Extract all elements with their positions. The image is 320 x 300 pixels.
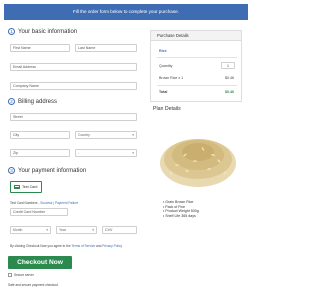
company-input[interactable]: Company Name (10, 82, 137, 90)
plan-feature-text: Shelf Life 365 days (165, 213, 196, 218)
credit-card-icon (14, 185, 20, 189)
divider (157, 57, 237, 58)
quantity-label: Quantity (159, 64, 173, 68)
test-card-numbers-link[interactable]: Success | Payment Failure (40, 201, 78, 205)
safe-checkout-text: Safe and secure payment checkout (8, 283, 58, 287)
country-select[interactable]: Country ▾ (75, 131, 137, 139)
test-card-numbers-label: Test Card Numbers - (10, 201, 41, 205)
last-name-input[interactable]: Last Name (75, 44, 137, 52)
chevron-down-icon: ▾ (92, 228, 94, 232)
purchase-details-title: Purchase Details (151, 31, 241, 41)
plan-details-title: Plan Details (153, 106, 181, 112)
state-select-value: - (78, 151, 80, 155)
plan-feature-text: Product Weight 500g (165, 209, 199, 214)
plan-feature-text: Pack of Five (165, 204, 186, 209)
month-select[interactable]: Month ▾ (10, 226, 51, 234)
street-input[interactable]: Street (10, 113, 137, 121)
product-name: Rice (159, 49, 167, 53)
email-input[interactable]: Email Address (10, 63, 137, 71)
state-select[interactable]: - ▾ (75, 149, 137, 157)
secure-server-checkbox[interactable] (8, 273, 12, 277)
terms-prefix: By clicking Checkout Now you agree to th… (10, 244, 72, 248)
step-1-badge: 1 (8, 28, 15, 35)
terms-text: By clicking Checkout Now you agree to th… (10, 244, 122, 248)
item-label: Brown Rice x 1 (159, 76, 184, 80)
privacy-policy-link[interactable]: Privacy Policy (102, 244, 122, 248)
city-input[interactable]: City (10, 131, 70, 139)
divider (157, 85, 237, 86)
zip-input[interactable]: Zip (10, 149, 70, 157)
step-2-badge: 2 (8, 98, 15, 105)
total-amount: $0.46 (225, 90, 234, 94)
billing-title: Billing address (18, 98, 58, 105)
secure-server-label: Secure server (14, 273, 34, 277)
plan-features-list: • Grain Brown Rice • Pack of Five • Prod… (163, 200, 199, 218)
chevron-down-icon: ▾ (46, 228, 48, 232)
rice-grains-image (160, 139, 236, 187)
month-select-value: Month (13, 228, 23, 232)
chevron-down-icon: ▾ (132, 151, 134, 155)
test-card-numbers: Test Card Numbers - Success | Payment Fa… (10, 201, 78, 205)
purchase-details-panel: Purchase Details Rice Quantity 1 Brown R… (150, 30, 242, 102)
terms-of-service-link[interactable]: Terms of Service (71, 244, 95, 248)
payment-heading: 3 Your payment information (8, 167, 86, 174)
basic-info-heading: 1 Your basic information (8, 28, 77, 35)
item-price: $0.46 (225, 76, 234, 80)
test-card-option[interactable]: Test Card (10, 181, 42, 193)
year-select[interactable]: Year ▾ (56, 226, 97, 234)
total-label: Total (159, 90, 168, 94)
chevron-down-icon: ▾ (132, 133, 134, 137)
step-3-badge: 3 (8, 167, 15, 174)
billing-heading: 2 Billing address (8, 98, 57, 105)
test-card-label: Test Card (22, 185, 38, 189)
quantity-input[interactable]: 1 (221, 62, 235, 69)
payment-title: Your payment information (18, 167, 87, 174)
basic-info-title: Your basic information (18, 28, 78, 35)
cvv-input[interactable]: CVV (102, 226, 137, 234)
plan-feature-text: Grain Brown Rice (165, 200, 194, 204)
plan-feature: • Shelf Life 365 days (163, 213, 196, 218)
card-number-input[interactable]: Credit Card Number (10, 208, 68, 216)
year-select-value: Year (59, 228, 66, 232)
first-name-input[interactable]: First Name (10, 44, 70, 52)
checkout-button[interactable]: Checkout Now (8, 256, 72, 269)
top-banner: Fill the order form below to complete yo… (4, 4, 248, 20)
country-select-value: Country (78, 133, 90, 137)
